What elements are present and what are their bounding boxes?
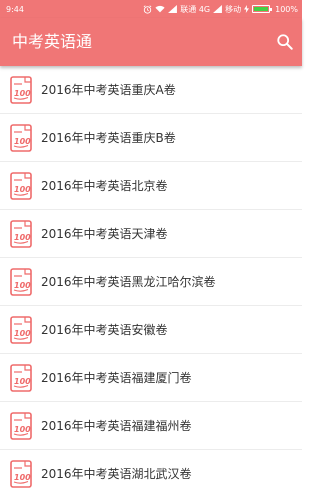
exam-list: 100 2016年中考英语重庆A卷 100 2016年中考英语重庆B卷 100 2016年… [0,66,302,493]
search-icon [277,34,293,50]
exam-paper-icon: 100 [10,411,32,440]
app-bar: 中考英语通 [0,18,302,66]
svg-text:100: 100 [14,89,31,98]
list-item[interactable]: 100 2016年中考英语重庆A卷 [0,66,302,114]
status-bar: 9:44 联通 4G 移动 100% [0,0,302,18]
svg-text:100: 100 [14,377,31,386]
svg-text:100: 100 [14,473,31,482]
exam-paper-icon: 100 [10,75,32,104]
signal-icon [168,5,178,13]
exam-paper-icon: 100 [10,219,32,248]
svg-text:100: 100 [14,185,31,194]
app-title: 中考英语通 [12,32,93,51]
charge-icon [244,5,250,13]
list-item[interactable]: 100 2016年中考英语重庆B卷 [0,114,302,162]
list-item-label: 2016年中考英语天津卷 [41,227,168,241]
list-item[interactable]: 100 2016年中考英语福建厦门卷 [0,354,302,402]
list-item[interactable]: 100 2016年中考英语湖北武汉卷 [0,450,302,493]
exam-paper-icon: 100 [10,363,32,392]
battery-level [254,7,269,11]
status-time: 9:44 [6,4,24,14]
list-item[interactable]: 100 2016年中考英语天津卷 [0,210,302,258]
svg-text:100: 100 [14,281,31,290]
carrier-2: 移动 [225,4,242,14]
carrier-1: 联通 4G [180,4,211,14]
wifi-icon [155,5,165,13]
list-item-label: 2016年中考英语安徽卷 [41,323,168,337]
svg-text:100: 100 [14,329,31,338]
battery-percent: 100% [275,4,298,14]
svg-text:100: 100 [14,137,31,146]
list-item-label: 2016年中考英语重庆B卷 [41,131,176,145]
alarm-icon [143,4,152,14]
list-item[interactable]: 100 2016年中考英语黑龙江哈尔滨卷 [0,258,302,306]
search-button[interactable] [274,31,296,53]
list-item-label: 2016年中考英语福建福州卷 [41,419,192,433]
list-item-label: 2016年中考英语北京卷 [41,179,168,193]
list-item-label: 2016年中考英语湖北武汉卷 [41,467,192,481]
exam-paper-icon: 100 [10,123,32,152]
svg-text:100: 100 [14,233,31,242]
battery-icon [252,5,273,13]
list-item-label: 2016年中考英语重庆A卷 [41,83,176,97]
exam-paper-icon: 100 [10,267,32,296]
exam-paper-icon: 100 [10,171,32,200]
exam-paper-icon: 100 [10,315,32,344]
list-item[interactable]: 100 2016年中考英语北京卷 [0,162,302,210]
list-item-label: 2016年中考英语黑龙江哈尔滨卷 [41,275,216,289]
list-item-label: 2016年中考英语福建厦门卷 [41,371,192,385]
list-item[interactable]: 100 2016年中考英语安徽卷 [0,306,302,354]
signal-icon [213,5,223,13]
list-item[interactable]: 100 2016年中考英语福建福州卷 [0,402,302,450]
exam-paper-icon: 100 [10,459,32,488]
svg-text:100: 100 [14,425,31,434]
